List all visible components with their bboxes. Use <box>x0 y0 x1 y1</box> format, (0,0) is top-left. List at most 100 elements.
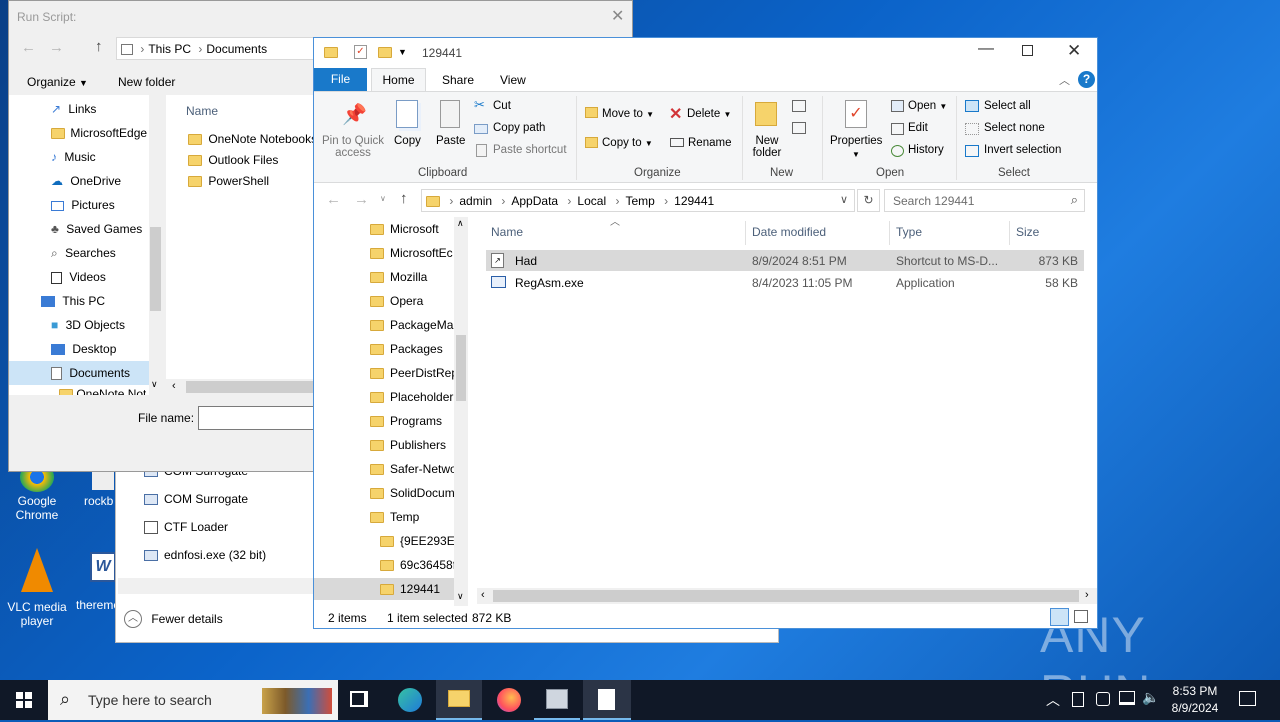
tree-item[interactable]: Packages <box>314 338 454 360</box>
desktop-icon-word[interactable]: W thereme <box>74 552 116 622</box>
clock[interactable]: 8:53 PM 8/9/2024 <box>1164 683 1226 717</box>
tree-item[interactable]: Microsoft <box>314 218 454 240</box>
edge-icon[interactable] <box>398 688 422 712</box>
column-header-name[interactable]: Name <box>491 225 523 239</box>
fewer-details-button[interactable]: ︿ Fewer details <box>124 610 223 628</box>
tablet-icon[interactable] <box>1072 692 1084 707</box>
open-button[interactable]: Open ▼ <box>908 100 947 112</box>
nav-item[interactable]: This PC <box>41 294 105 308</box>
process-row[interactable]: COM Surrogate <box>144 492 248 506</box>
notification-icon[interactable] <box>1239 691 1256 706</box>
tree-item[interactable]: MicrosoftEc <box>314 242 454 264</box>
maximize-button[interactable] <box>1022 45 1033 56</box>
back-arrow-icon[interactable]: ← <box>21 39 36 56</box>
horizontal-scrollbar[interactable] <box>118 578 314 594</box>
notepad-taskbar-icon[interactable] <box>583 680 631 720</box>
tree-item[interactable]: PeerDistRep <box>314 362 454 384</box>
nav-item-selected[interactable]: Documents <box>9 361 149 385</box>
nav-item[interactable]: Pictures <box>51 198 115 212</box>
paste-shortcut-button[interactable]: Paste shortcut <box>493 144 567 156</box>
close-button[interactable]: ✕ <box>1067 41 1081 61</box>
column-header-type[interactable]: Type <box>896 225 922 239</box>
copy-to-button[interactable]: Copy to ▼ <box>602 137 653 149</box>
taskbar-search-box[interactable]: ⌕ Type here to search <box>48 680 338 720</box>
close-button[interactable]: ✕ <box>611 6 624 26</box>
tree-item[interactable]: Safer-Netwo <box>314 458 454 480</box>
chevron-up-icon[interactable]: ︿ <box>1059 72 1070 88</box>
file-item[interactable]: Outlook Files <box>188 153 278 167</box>
up-arrow-icon[interactable]: ↑ <box>95 38 103 55</box>
chevron-down-icon[interactable]: ∨ <box>151 379 158 390</box>
column-header-name[interactable]: Name <box>186 104 218 118</box>
column-header-date[interactable]: Date modified <box>752 225 826 239</box>
chevron-down-icon[interactable]: ∨ <box>457 591 464 602</box>
nav-item[interactable]: ♣ Saved Games <box>51 222 142 236</box>
horizontal-scrollbar[interactable]: ‹ <box>166 379 316 395</box>
minimize-button[interactable]: — <box>978 40 994 58</box>
rename-button[interactable]: Rename <box>688 137 731 149</box>
file-item[interactable]: PowerShell <box>188 174 269 188</box>
new-folder-button[interactable]: New folder <box>752 135 782 159</box>
help-icon[interactable]: ? <box>1078 71 1095 88</box>
copy-path-button[interactable]: Copy path <box>493 122 545 134</box>
organize-menu[interactable]: Organize ▼ <box>27 75 88 89</box>
vertical-scrollbar[interactable]: ∨ <box>149 95 162 395</box>
chevron-down-icon[interactable]: ∨ <box>840 193 848 206</box>
details-view-icon[interactable] <box>1050 608 1069 626</box>
delete-button[interactable]: Delete ▼ <box>687 108 731 120</box>
vertical-scrollbar[interactable]: ∧ ∨ <box>454 217 468 606</box>
copy-button[interactable]: Copy <box>394 135 421 147</box>
file-row-selected[interactable]: ↗ Had 8/9/2024 8:51 PM Shortcut to MS-D.… <box>486 250 1084 271</box>
nav-item[interactable]: ↗ Links <box>51 102 96 116</box>
desktop-icon-vlc[interactable]: VLC media player <box>4 548 70 628</box>
file-explorer-taskbar-icon[interactable] <box>436 680 482 720</box>
edit-button[interactable]: Edit <box>908 122 928 134</box>
breadcrumb-item[interactable]: Temp <box>625 194 654 208</box>
breadcrumb-item[interactable]: Documents <box>206 42 267 56</box>
tree-item[interactable]: {9EE293E3- <box>314 530 454 552</box>
new-item-icon[interactable] <box>792 100 806 112</box>
back-arrow-icon[interactable]: ← <box>326 191 341 208</box>
pin-to-quick-access-button[interactable]: Pin to Quick access <box>321 135 385 159</box>
nav-item[interactable]: Videos <box>51 270 106 284</box>
network-icon[interactable] <box>1119 691 1135 705</box>
tree-item[interactable]: 69c36458f <box>314 554 454 576</box>
properties-button[interactable]: Properties <box>830 135 882 147</box>
tree-item[interactable]: Mozilla <box>314 266 454 288</box>
volume-icon[interactable]: 🔈 <box>1142 689 1159 706</box>
tree-item[interactable]: PackageMa <box>314 314 454 336</box>
move-to-button[interactable]: Move to ▼ <box>602 108 654 120</box>
address-bar[interactable]: › admin › AppData › Local › Temp › 129441 ∨ <box>421 189 855 212</box>
large-icons-view-icon[interactable] <box>1074 610 1088 623</box>
select-none-button[interactable]: Select none <box>984 122 1045 134</box>
nav-item[interactable]: ■ 3D Objects <box>51 318 125 332</box>
nav-item[interactable]: ⌕ Searches <box>51 246 116 261</box>
forward-arrow-icon[interactable]: → <box>354 191 369 208</box>
tree-item[interactable]: SolidDocum <box>314 482 454 504</box>
start-button[interactable] <box>0 680 48 720</box>
address-bar[interactable]: › This PC › Documents <box>116 37 326 60</box>
file-item[interactable]: OneNote Notebooks <box>188 132 317 146</box>
chevron-up-icon[interactable]: ∧ <box>457 218 464 229</box>
tree-item[interactable]: Programs <box>314 410 454 432</box>
file-name-input[interactable] <box>198 406 318 430</box>
tree-item[interactable]: Opera <box>314 290 454 312</box>
file-row[interactable]: RegAsm.exe 8/4/2023 11:05 PM Application… <box>486 272 1084 293</box>
meet-icon[interactable] <box>1096 692 1110 706</box>
search-box[interactable]: Search 129441 ⌕ <box>884 189 1085 212</box>
chevron-down-icon[interactable]: ∨ <box>380 194 386 203</box>
task-view-icon[interactable] <box>350 691 368 707</box>
refresh-icon[interactable]: ↻ <box>857 189 880 212</box>
tab-home[interactable]: Home <box>371 68 426 92</box>
chevron-up-icon[interactable]: ︿ <box>1046 690 1060 710</box>
select-all-button[interactable]: Select all <box>984 100 1031 112</box>
process-row[interactable]: ednfosi.exe (32 bit) <box>144 548 266 562</box>
chevron-down-icon[interactable]: ▼ <box>398 47 407 57</box>
tree-item[interactable]: Placeholder <box>314 386 454 408</box>
chevron-down-icon[interactable]: ▼ <box>852 150 860 159</box>
process-row[interactable]: CTF Loader <box>144 520 228 535</box>
paste-button[interactable]: Paste <box>436 135 465 147</box>
forward-arrow-icon[interactable]: → <box>49 39 64 56</box>
tree-item[interactable]: Publishers <box>314 434 454 456</box>
nav-item[interactable]: OneNote Not <box>59 387 146 395</box>
